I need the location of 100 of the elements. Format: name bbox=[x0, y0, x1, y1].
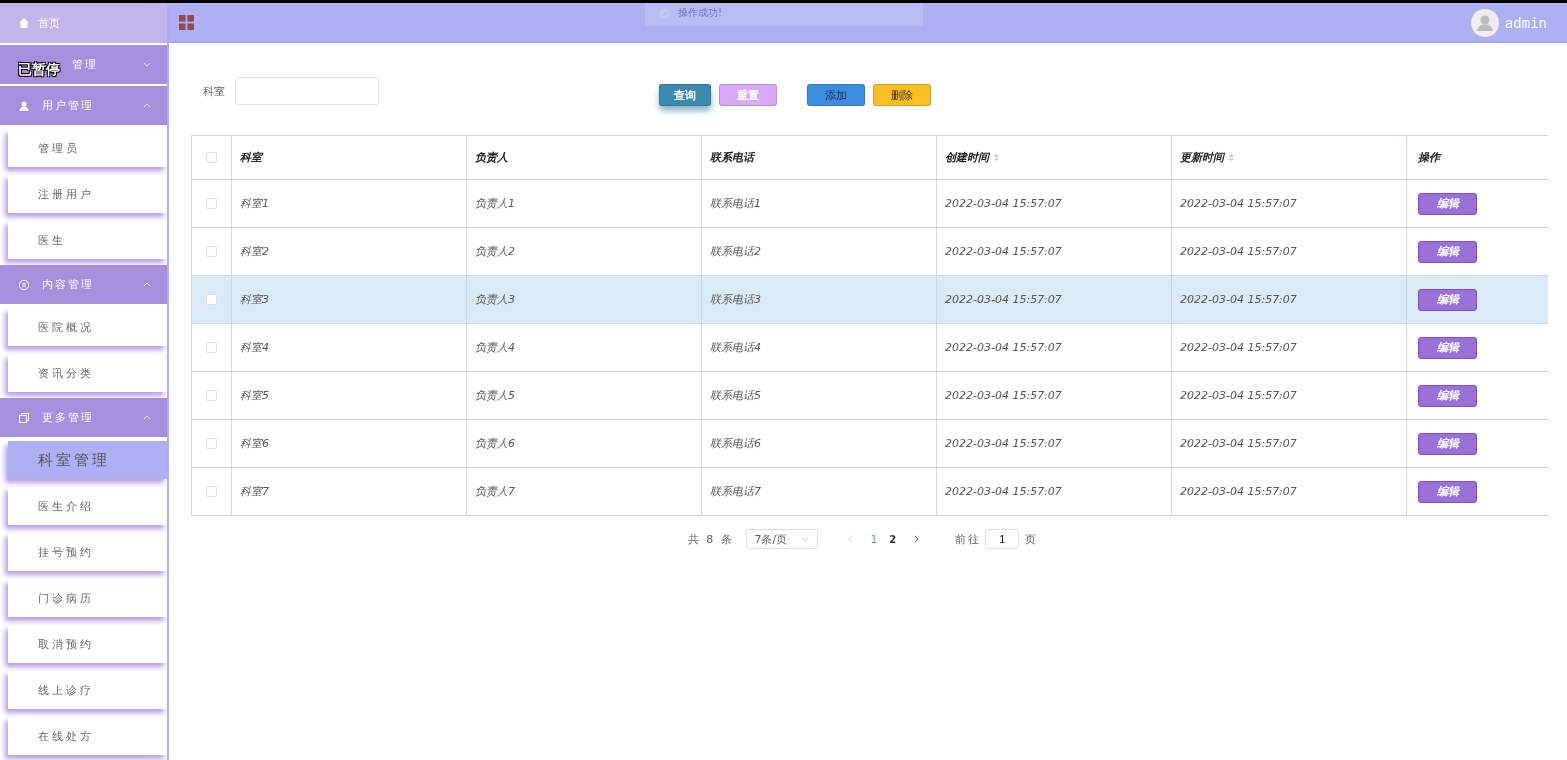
sidebar-item[interactable]: 医生 bbox=[8, 221, 167, 259]
table-row[interactable]: 科室5 负责人5 联系电话5 2022-03-04 15:57:07 2022-03-04 15:57:07 编辑 bbox=[192, 371, 1548, 419]
table-cell: 科室3 bbox=[240, 292, 269, 307]
search-field[interactable] bbox=[235, 77, 379, 105]
table-row[interactable]: 科室4 负责人4 联系电话4 2022-03-04 15:57:07 2022-03-04 15:57:07 编辑 bbox=[192, 323, 1548, 371]
sidebar-item[interactable]: 医院概况 bbox=[8, 308, 167, 346]
page-suffix: 页 bbox=[1025, 531, 1039, 547]
table-cell: 联系电话3 bbox=[710, 292, 761, 307]
table-cell: 联系电话4 bbox=[710, 340, 761, 355]
table-cell: 负责人5 bbox=[475, 388, 515, 403]
edit-button[interactable]: 编辑 bbox=[1418, 480, 1477, 503]
table-cell: 2022-03-04 15:57:07 bbox=[1180, 197, 1297, 210]
table-cell: 2022-03-04 15:57:07 bbox=[945, 293, 1062, 306]
sidebar-item[interactable]: 医生介绍 bbox=[8, 487, 167, 525]
table-cell: 科室4 bbox=[240, 340, 269, 355]
edit-button[interactable]: 编辑 bbox=[1418, 288, 1477, 311]
chevron-icon bbox=[143, 415, 151, 420]
edit-button[interactable]: 编辑 bbox=[1418, 336, 1477, 359]
table-cell: 负责人1 bbox=[475, 196, 515, 211]
table-row[interactable]: 科室1 负责人1 联系电话1 2022-03-04 15:57:07 2022-03-04 15:57:07 编辑 bbox=[192, 179, 1548, 227]
search-label: 科室 bbox=[203, 83, 225, 99]
sidebar-item[interactable]: 取消预约 bbox=[8, 625, 167, 663]
column-header: 更新时间 bbox=[1180, 150, 1224, 165]
sidebar-item[interactable]: 门诊病历 bbox=[8, 579, 167, 617]
checkbox[interactable] bbox=[206, 246, 217, 257]
table-cell: 2022-03-04 15:57:07 bbox=[945, 437, 1062, 450]
table-cell: 2022-03-04 15:57:07 bbox=[945, 245, 1062, 258]
checkbox[interactable] bbox=[206, 390, 217, 401]
table-cell: 2022-03-04 15:57:07 bbox=[1180, 341, 1297, 354]
edit-button[interactable]: 编辑 bbox=[1418, 432, 1477, 455]
previous-page-icon[interactable] bbox=[847, 535, 853, 543]
sidebar-item[interactable]: 在线处方 bbox=[8, 717, 167, 755]
table-cell: 2022-03-04 15:57:07 bbox=[945, 341, 1062, 354]
toast-text: 操作成功! bbox=[678, 6, 722, 20]
sidebar-group-label: 管理 bbox=[72, 57, 99, 72]
table-cell: 科室7 bbox=[240, 484, 269, 499]
goto-label: 前往 bbox=[955, 531, 982, 547]
chat-icon bbox=[18, 278, 30, 291]
table-cell: 联系电话2 bbox=[710, 244, 761, 259]
sort-icon[interactable] bbox=[1228, 153, 1235, 162]
table-cell: 负责人6 bbox=[475, 436, 515, 451]
edit-button[interactable]: 编辑 bbox=[1418, 384, 1477, 407]
table-cell: 2022-03-04 15:57:07 bbox=[1180, 485, 1297, 498]
table-cell: 科室2 bbox=[240, 244, 269, 259]
page-number[interactable]: 2 bbox=[883, 533, 903, 545]
table-cell: 负责人3 bbox=[475, 292, 515, 307]
chevron-icon bbox=[801, 536, 810, 542]
paused-overlay-label: 已暂停 bbox=[18, 60, 60, 79]
sidebar-group-label: 更多管理 bbox=[42, 410, 95, 425]
copy-icon bbox=[18, 411, 30, 424]
chevron-icon bbox=[143, 282, 151, 287]
sort-icon[interactable] bbox=[993, 153, 1000, 162]
edit-button[interactable]: 编辑 bbox=[1418, 240, 1477, 263]
home-icon bbox=[18, 17, 30, 29]
edit-button[interactable]: 编辑 bbox=[1418, 192, 1477, 215]
table-cell: 联系电话5 bbox=[710, 388, 761, 403]
action-button[interactable]: 查询 bbox=[659, 84, 711, 106]
table-cell: 2022-03-04 15:57:07 bbox=[1180, 293, 1297, 306]
checkbox[interactable] bbox=[206, 198, 217, 209]
table-row[interactable]: 科室6 负责人6 联系电话6 2022-03-04 15:57:07 2022-03-04 15:57:07 编辑 bbox=[192, 419, 1548, 467]
page-input[interactable]: 1 bbox=[985, 529, 1020, 549]
checkbox[interactable] bbox=[206, 486, 217, 497]
checkbox[interactable] bbox=[206, 438, 217, 449]
table-cell: 2022-03-04 15:57:07 bbox=[1180, 437, 1297, 450]
chevron-icon bbox=[143, 103, 151, 108]
sidebar-item[interactable]: 注册用户 bbox=[8, 175, 167, 213]
table-cell: 联系电话6 bbox=[710, 436, 761, 451]
avatar-icon[interactable] bbox=[1470, 8, 1499, 37]
table-cell: 负责人2 bbox=[475, 244, 515, 259]
sidebar-item[interactable]: 科室管理 bbox=[8, 441, 167, 479]
chevron-icon bbox=[143, 62, 151, 67]
table-row[interactable]: 科室3 负责人3 联系电话3 2022-03-04 15:57:07 2022-03-04 15:57:07 编辑 bbox=[192, 275, 1548, 323]
table-cell: 2022-03-04 15:57:07 bbox=[945, 485, 1062, 498]
table-cell: 联系电话7 bbox=[710, 484, 761, 499]
person-icon bbox=[18, 99, 30, 112]
table-cell: 2022-03-04 15:57:07 bbox=[945, 197, 1062, 210]
sidebar-group-label: 用户管理 bbox=[42, 98, 95, 113]
sidebar-item[interactable]: 管理员 bbox=[8, 129, 167, 167]
table-cell: 联系电话1 bbox=[710, 196, 761, 211]
table-cell: 科室6 bbox=[240, 436, 269, 451]
table-cell: 2022-03-04 15:57:07 bbox=[1180, 245, 1297, 258]
table-cell: 科室1 bbox=[240, 196, 269, 211]
sidebar-item[interactable]: 挂号预约 bbox=[8, 533, 167, 571]
column-header: 科室 bbox=[240, 150, 262, 165]
next-page-icon[interactable] bbox=[914, 535, 920, 543]
table-cell: 2022-03-04 15:57:07 bbox=[1180, 389, 1297, 402]
grid-icon[interactable] bbox=[179, 15, 194, 30]
table-cell: 2022-03-04 15:57:07 bbox=[945, 389, 1062, 402]
column-header: 联系电话 bbox=[710, 150, 754, 165]
table-row[interactable]: 科室7 负责人7 联系电话7 2022-03-04 15:57:07 2022-03-04 15:57:07 编辑 bbox=[192, 467, 1548, 515]
action-button[interactable]: 添加 bbox=[807, 84, 865, 106]
page-size-select[interactable]: 7条/页 bbox=[745, 529, 818, 549]
table-cell: 负责人4 bbox=[475, 340, 515, 355]
action-button[interactable]: 删除 bbox=[873, 84, 931, 106]
checkbox[interactable] bbox=[206, 342, 217, 353]
checkbox[interactable] bbox=[206, 294, 217, 305]
sidebar-item[interactable]: 资讯分类 bbox=[8, 354, 167, 392]
sidebar-item-label: 首页 bbox=[38, 15, 60, 31]
checkbox[interactable] bbox=[206, 152, 217, 163]
sidebar-item[interactable]: 线上诊疗 bbox=[8, 671, 167, 709]
